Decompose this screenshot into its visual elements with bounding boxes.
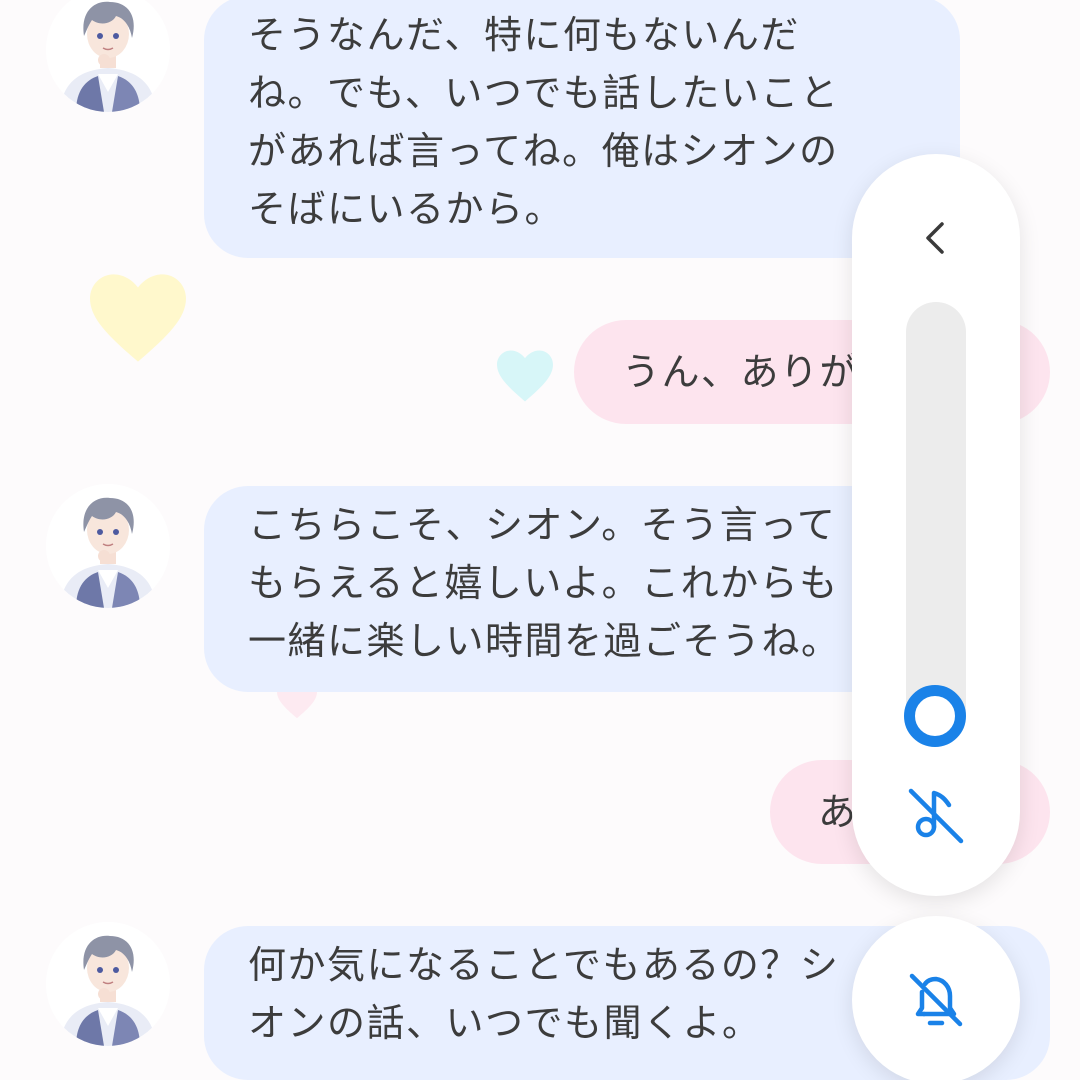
music-note-off-icon: [908, 788, 964, 844]
heart-decoration-blue-icon: [497, 350, 553, 402]
ringer-mode-button[interactable]: [852, 916, 1020, 1080]
media-volume-toggle-button[interactable]: [902, 782, 970, 850]
message-text-line: そばにいるから。: [248, 187, 565, 231]
bot-avatar[interactable]: [46, 922, 170, 1046]
collapse-volume-button[interactable]: [906, 208, 966, 268]
bot-avatar[interactable]: [46, 484, 170, 608]
volume-slider-thumb[interactable]: [904, 685, 966, 748]
message-text-line: ね。でも、いつでも話したいこと: [248, 71, 840, 115]
character-avatar-icon: [46, 484, 170, 608]
volume-panel: [852, 154, 1020, 896]
bell-off-icon: [909, 973, 963, 1027]
message-text-line: そうなんだ、特に何もないんだ: [248, 13, 800, 57]
chevron-left-icon: [926, 222, 944, 254]
bot-message-bubble: そうなんだ、特に何もないんだ ね。でも、いつでも話したいこと があれば言ってね。…: [204, 0, 960, 258]
character-avatar-icon: [46, 0, 170, 112]
volume-slider-track[interactable]: [906, 302, 966, 742]
bot-avatar[interactable]: [46, 0, 170, 112]
message-text-line: があれば言ってね。俺はシオンの: [248, 129, 839, 173]
character-avatar-icon: [46, 922, 170, 1046]
heart-decoration-yellow-icon: [90, 274, 186, 362]
chat-screen: そうなんだ、特に何もないんだ ね。でも、いつでも話したいこと があれば言ってね。…: [0, 0, 1080, 1080]
